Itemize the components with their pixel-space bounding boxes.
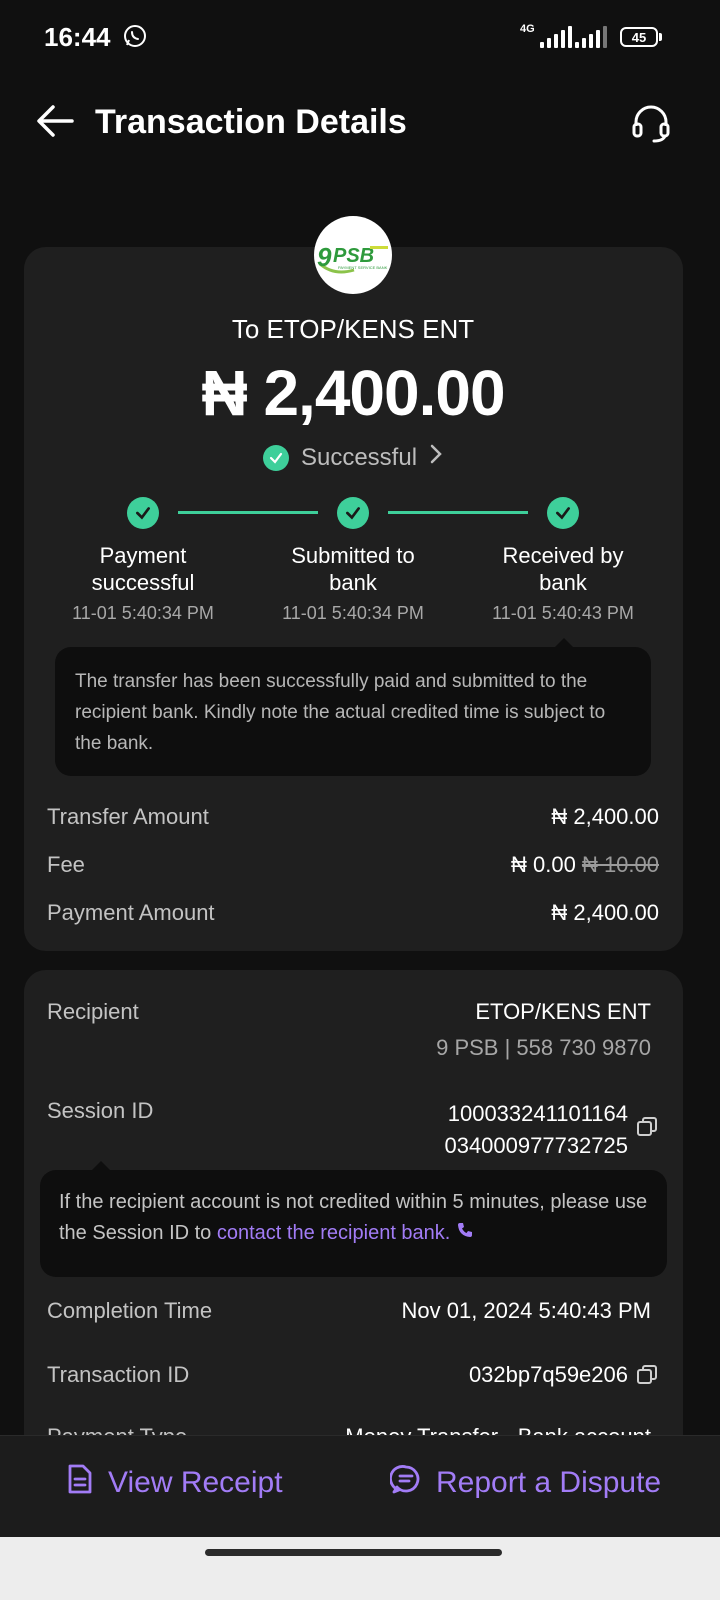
recipient-label: Recipient	[47, 999, 139, 1024]
step-time: 11-01 5:40:34 PM	[282, 603, 424, 623]
fee-original: ₦ 10.00	[581, 852, 659, 877]
transfer-amount-label: Transfer Amount	[47, 804, 209, 829]
session-id-label: Session ID	[47, 1098, 154, 1123]
session-id-value: 100033241101164 034000977732725	[444, 1101, 628, 1158]
recipient-heading: To ETOP/KENS ENT	[231, 314, 475, 344]
page-title: Transaction Details	[95, 103, 407, 141]
svg-text:PSB: PSB	[333, 245, 374, 267]
transaction-id-label: Transaction ID	[47, 1362, 190, 1387]
tooltip-arrow	[555, 638, 573, 647]
battery-icon: 45	[620, 27, 658, 47]
recipient-bank-account: 9 PSB | 558 730 9870	[436, 1035, 651, 1060]
customer-support-icon[interactable]	[630, 102, 672, 149]
step-time: 11-01 5:40:34 PM	[72, 603, 214, 623]
svg-text:PAYMENT SERVICE BANK: PAYMENT SERVICE BANK	[338, 265, 388, 270]
signal-icon	[540, 26, 572, 48]
status-link[interactable]: Successful	[0, 443, 706, 472]
transfer-amount-value: ₦ 2,400.00	[551, 804, 659, 829]
session-tooltip: If the recipient account is not credited…	[40, 1170, 667, 1277]
phone-icon[interactable]	[456, 1222, 474, 1244]
step-label: Received by bank	[502, 543, 624, 595]
chat-bubble-icon	[389, 1463, 422, 1503]
completion-time-value: Nov 01, 2024 5:40:43 PM	[401, 1298, 652, 1323]
step-check-icon	[337, 497, 369, 529]
copy-transaction-id-icon[interactable]	[636, 1364, 658, 1391]
completion-time-label: Completion Time	[47, 1298, 213, 1323]
battery-cap	[659, 33, 662, 41]
payment-amount-label: Payment Amount	[47, 900, 215, 925]
step-check-icon	[127, 497, 159, 529]
transaction-id-value: 032bp7q59e206	[468, 1362, 628, 1387]
recipient-name: ETOP/KENS ENT	[475, 999, 651, 1024]
step-time: 11-01 5:40:43 PM	[492, 603, 634, 623]
network-type: 4G	[520, 23, 535, 35]
info-tooltip: The transfer has been successfully paid …	[55, 647, 651, 776]
view-receipt-label: View Receipt	[108, 1466, 283, 1499]
chevron-right-icon	[429, 443, 443, 472]
signal-icon-2	[575, 26, 607, 48]
whatsapp-icon	[123, 24, 147, 53]
contact-bank-link[interactable]: contact the recipient bank.	[217, 1222, 450, 1244]
report-dispute-label: Report a Dispute	[436, 1466, 662, 1499]
step-label: Submitted to bank	[291, 543, 415, 595]
step-check-icon	[547, 497, 579, 529]
status-time: 16:44	[44, 22, 111, 52]
back-arrow-icon[interactable]	[36, 104, 74, 143]
tooltip-arrow	[92, 1161, 110, 1170]
payment-amount-value: ₦ 2,400.00	[551, 900, 659, 925]
status-text: Successful	[300, 443, 418, 471]
fee-label: Fee	[47, 852, 85, 877]
step-connector	[388, 511, 528, 514]
copy-session-id-icon[interactable]	[636, 1116, 658, 1143]
step-connector	[178, 511, 318, 514]
fee-current: ₦ 0.00	[510, 852, 576, 877]
system-nav-area	[0, 1537, 720, 1600]
step-label: Payment successful	[91, 543, 195, 595]
report-dispute-button[interactable]: Report a Dispute	[389, 1463, 662, 1503]
bank-logo: 9 PSB PAYMENT SERVICE BANK	[314, 216, 392, 294]
view-receipt-button[interactable]: View Receipt	[66, 1463, 283, 1503]
home-indicator[interactable]	[205, 1549, 502, 1556]
summary-card	[24, 247, 683, 951]
receipt-icon	[66, 1463, 94, 1503]
fee-value: ₦ 0.00 ₦ 10.00	[511, 852, 659, 878]
svg-text:9: 9	[317, 242, 332, 272]
transfer-amount: ₦ 2,400.00	[201, 357, 505, 429]
check-icon	[262, 444, 289, 471]
